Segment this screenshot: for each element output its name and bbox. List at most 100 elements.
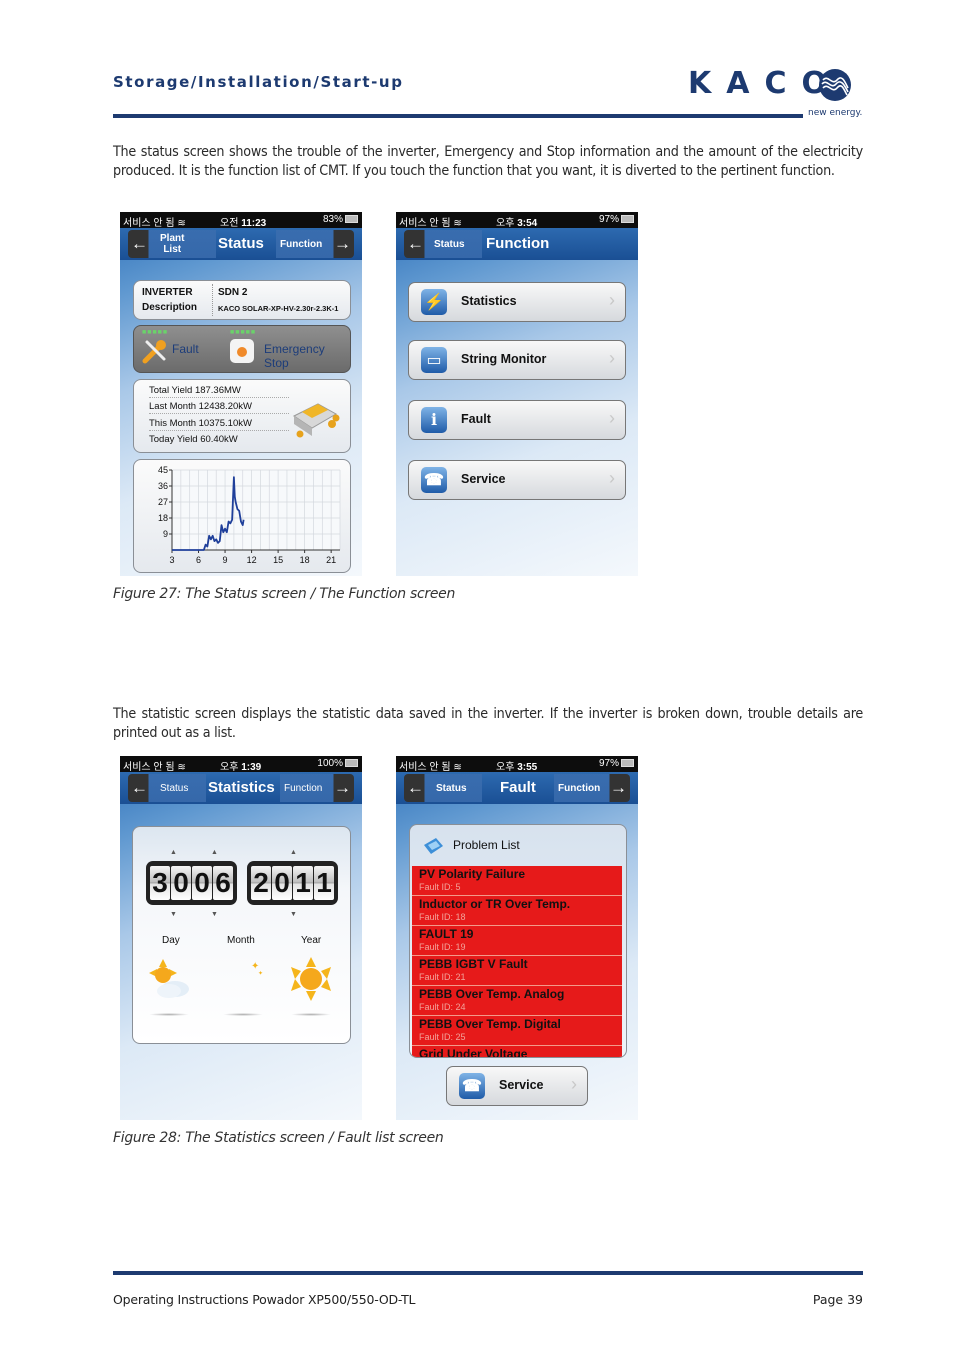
phone-statusbar: 서비스 안 됨 ≋ 오후 3:55 97% (396, 756, 638, 773)
fault-list-item[interactable]: Grid Under Voltage (412, 1046, 622, 1058)
power-chart-card: 9 18 27 36 45 3 6 9 12 15 18 21 (133, 459, 351, 573)
page-number: Page 39 (812, 1292, 863, 1307)
x-tick-label: 18 (300, 555, 310, 565)
year-up-arrow-icon[interactable]: ▲ (290, 849, 297, 856)
function-forward-button[interactable]: Function → (280, 774, 354, 802)
button-label: Service (499, 1078, 544, 1092)
forward-label: Function (558, 782, 601, 794)
back-arrow-icon: ← (407, 234, 424, 253)
statistics-button[interactable]: ⚡ Statistics › (408, 282, 626, 322)
service-button[interactable]: ☎ Service › (446, 1066, 588, 1106)
y-tick-label: 45 (158, 465, 168, 475)
carrier-text: 서비스 안 됨 ≋ (123, 218, 186, 229)
status-back-button[interactable]: ← Status (404, 230, 482, 258)
battery-icon (621, 215, 634, 224)
chevron-right-icon: › (609, 468, 615, 488)
clock: 오전 11:23 (220, 218, 267, 229)
month-label: Month (227, 935, 255, 946)
x-tick-label: 21 (326, 555, 336, 565)
day-label: Day (162, 935, 180, 946)
year-down-arrow-icon[interactable]: ▼ (290, 911, 297, 918)
function-forward-button[interactable]: Function → (554, 774, 630, 802)
day-sun-cloud-icon[interactable] (147, 957, 191, 1001)
phone-icon: ☎ (459, 1073, 485, 1099)
emergency-stop-indicator[interactable]: Emergency Stop (264, 342, 350, 370)
phone-statusbar: 서비스 안 됨 ≋ 오후 1:39 100% (120, 756, 362, 773)
statistics-icon: ⚡ (421, 289, 447, 315)
year-label: Year (301, 935, 322, 946)
year-counter[interactable]: 2 0 1 1 (247, 861, 338, 905)
nav-title: Status (218, 235, 264, 252)
divider (291, 1013, 331, 1016)
fault-list-item[interactable]: PEBB IGBT V Fault Fault ID: 21 (412, 956, 622, 986)
fault-button[interactable]: i Fault › (408, 400, 626, 440)
carrier-text: 서비스 안 됨 ≋ (399, 762, 462, 773)
header-rule (113, 114, 803, 118)
phone-icon: ☎ (421, 467, 447, 493)
logo-tagline: new energy. (808, 108, 863, 118)
carrier-text: 서비스 안 됨 ≋ (123, 762, 186, 773)
service-button[interactable]: ☎ Service › (408, 460, 626, 500)
power-line-chart: 9182736453 6 9 12 15 18 21 (158, 465, 341, 565)
info-icon: i (421, 407, 447, 433)
status-back-button[interactable]: ← Status (404, 774, 482, 802)
month-digit: 0 (192, 866, 212, 900)
intro-paragraph: The status screen shows the trouble of t… (113, 144, 863, 179)
divider (149, 1013, 189, 1016)
month-up-arrow-icon[interactable]: ▲ (211, 849, 218, 856)
fault-name: PEBB Over Temp. Digital (419, 1017, 561, 1031)
description-key: Description (142, 302, 198, 313)
fault-indicator[interactable]: Fault (172, 342, 199, 356)
nav-title: Function (486, 235, 550, 252)
clock: 오후 3:55 (496, 762, 538, 773)
month-moon-icon[interactable]: ✦✦ (221, 957, 265, 1001)
day-digit: 0 (171, 866, 191, 900)
string-monitor-button[interactable]: ▭ String Monitor › (408, 340, 626, 380)
function-screen: 서비스 안 됨 ≋ 오후 3:54 97% ← Status Function … (396, 212, 638, 576)
fault-list-item[interactable]: PEBB Over Temp. Digital Fault ID: 25 (412, 1016, 622, 1046)
x-tick-label: 9 (223, 555, 228, 565)
second-paragraph: The statistic screen displays the statis… (113, 706, 863, 741)
fault-name: Grid Under Voltage (419, 1047, 528, 1058)
year-digit: 2 (251, 866, 271, 900)
day-digit: 3 (150, 866, 170, 900)
day-up-arrow-icon[interactable]: ▲ (170, 849, 177, 856)
button-label: Service (461, 472, 506, 486)
y-tick-label: 9 (163, 529, 168, 539)
day-month-counter[interactable]: 3 0 0 6 (146, 861, 237, 905)
button-label: String Monitor (461, 352, 547, 366)
fault-emergency-panel: ■■■■■ Fault ■■■■■ Emergency Stop (133, 325, 351, 373)
day-down-arrow-icon[interactable]: ▼ (170, 911, 177, 918)
status-back-button[interactable]: ← Status (128, 774, 206, 802)
fault-list-item[interactable]: PEBB Over Temp. Analog Fault ID: 24 (412, 986, 622, 1016)
today-yield: Today Yield 60.40kW (149, 434, 238, 445)
gold-coins-icon (293, 403, 340, 438)
year-sun-icon[interactable] (289, 957, 333, 1001)
plant-list-back-button[interactable]: ← Plant List (128, 230, 216, 258)
fault-name: Inductor or TR Over Temp. (419, 897, 571, 911)
footer-document-title: Operating Instructions Powador XP500/550… (113, 1292, 416, 1307)
fault-list[interactable]: PV Polarity Failure Fault ID: 5 Inductor o… (412, 866, 622, 1058)
chevron-right-icon: › (609, 348, 615, 368)
fault-list-item[interactable]: Inductor or TR Over Temp. Fault ID: 18 (412, 896, 622, 926)
fault-name: FAULT 19 (419, 927, 474, 941)
y-tick-label: 18 (158, 513, 168, 523)
fault-name: PV Polarity Failure (419, 867, 526, 881)
status-screen: 서비스 안 됨 ≋ 오전 11:23 83% ← Plant List Statu… (120, 212, 362, 576)
battery-icon (345, 215, 358, 224)
function-forward-button[interactable]: Function → (276, 230, 354, 258)
divider (212, 284, 213, 316)
fault-list-item[interactable]: PV Polarity Failure Fault ID: 5 (412, 866, 622, 896)
y-tick-label: 27 (158, 497, 168, 507)
chevron-right-icon: › (571, 1074, 577, 1094)
divider (223, 1013, 263, 1016)
kaco-wave-logo-icon (819, 69, 851, 101)
fault-list-item[interactable]: FAULT 19 Fault ID: 19 (412, 926, 622, 956)
y-tick-label: 36 (158, 481, 168, 491)
first-aid-kit-icon (230, 339, 254, 363)
inverter-key: INVERTER (142, 287, 193, 298)
monitor-icon: ▭ (421, 347, 447, 373)
month-down-arrow-icon[interactable]: ▼ (211, 911, 218, 918)
nav-bar: ← Status Fault Function → (396, 772, 638, 804)
figure-27-caption: Figure 27: The Status screen / The Funct… (113, 586, 456, 602)
